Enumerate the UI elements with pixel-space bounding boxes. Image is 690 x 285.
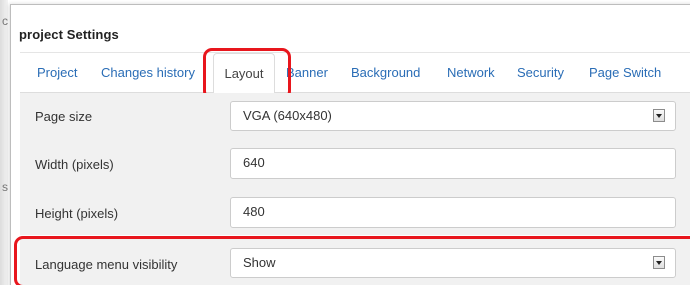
background-page-edge: c s <box>0 0 8 285</box>
tab-changes-history[interactable]: Changes history <box>101 53 195 92</box>
language-menu-select[interactable]: Show <box>230 248 676 278</box>
width-input[interactable]: 640 <box>230 148 676 179</box>
language-menu-label: Language menu visibility <box>35 257 178 272</box>
page-size-select[interactable]: VGA (640x480) <box>230 101 676 131</box>
tab-banner[interactable]: Banner <box>286 53 328 92</box>
height-label: Height (pixels) <box>35 206 119 221</box>
height-input[interactable]: 480 <box>230 197 676 228</box>
page: c s project Settings Project Changes his… <box>0 0 690 285</box>
tab-layout[interactable]: Layout <box>213 53 275 94</box>
dialog-title: project Settings <box>19 27 119 42</box>
tab-background[interactable]: Background <box>351 53 420 92</box>
tab-page-switch[interactable]: Page Switch <box>589 53 661 92</box>
tab-project[interactable]: Project <box>37 53 77 92</box>
language-menu-value: Show <box>243 255 276 270</box>
page-size-label: Page size <box>35 109 93 124</box>
tab-bar: Project Changes history Layout Banner Ba… <box>20 53 690 94</box>
page-size-value: VGA (640x480) <box>243 108 332 123</box>
background-glyph: c <box>2 14 8 28</box>
tab-network[interactable]: Network <box>447 53 495 92</box>
chevron-down-icon[interactable] <box>653 109 665 122</box>
chevron-down-icon[interactable] <box>653 256 665 269</box>
background-glyph: s <box>2 180 8 194</box>
width-label: Width (pixels) <box>35 157 114 172</box>
tab-security[interactable]: Security <box>517 53 564 92</box>
